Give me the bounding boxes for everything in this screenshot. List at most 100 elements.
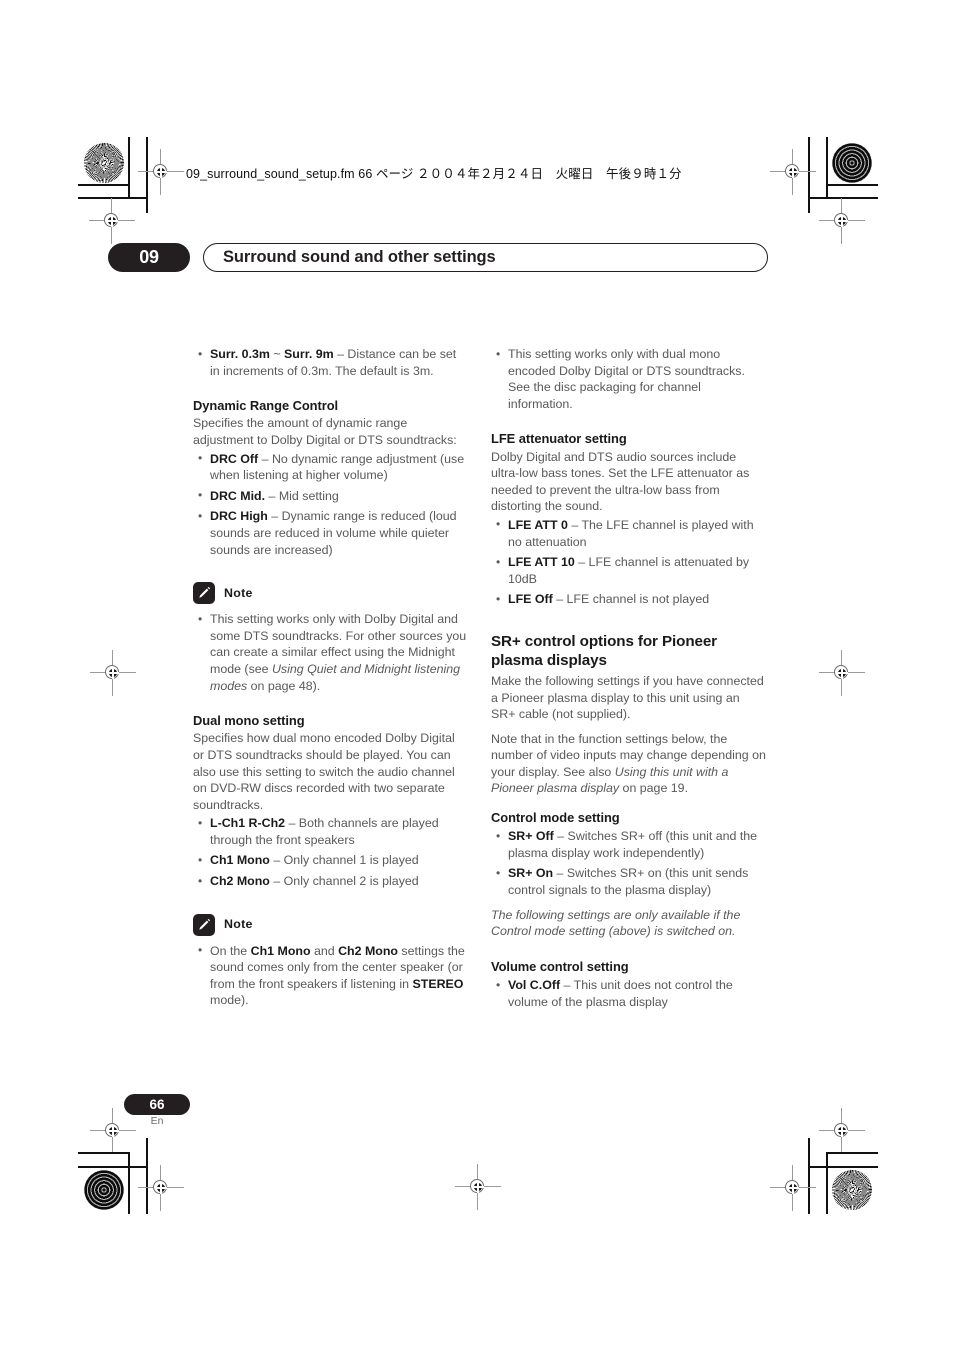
srplus-para-2-part-2: on page 19. [619,781,689,796]
desc-drc-mid: – Mid setting [265,488,339,503]
drc-options-list: DRC Off – No dynamic range adjustment (u… [193,450,469,559]
left-column: Surr. 0.3m ~ Surr. 9m – Distance can be … [193,344,469,1009]
lfe-intro-paragraph: Dolby Digital and DTS audio sources incl… [491,449,750,514]
crop-mark-tr-v2 [808,137,810,213]
heading-sr-plus-control-options: SR+ control options for Pioneer plasma d… [491,632,717,669]
term-sr-plus-off: SR+ Off [508,829,554,844]
term-l-ch1-r-ch2: L-Ch1 R-Ch2 [210,816,286,831]
heading-lfe-attenuator-setting: LFE attenuator setting [491,431,627,447]
term-ch1-mono: Ch1 Mono [210,853,270,868]
registration-cross-mid-right [819,650,865,696]
list-item: Vol C.Off – This unit does not control t… [491,977,767,1010]
crop-mark-bl-v1 [128,1152,130,1214]
control-mode-options-list: SR+ Off – Switches SR+ off (this unit an… [491,828,767,898]
crop-mark-br-h1 [826,1152,878,1154]
list-item: DRC High – Dynamic range is reduced (lou… [193,508,469,558]
registration-cross-top-left [138,149,184,195]
list-item: This setting works only with dual mono e… [491,345,767,412]
crop-mark-br-h2 [808,1166,878,1168]
note-2-text-part-1: On the [210,943,251,958]
chapter-header: 09 Surround sound and other settings [108,243,768,272]
registration-cross-bottom-left [138,1165,184,1211]
list-item: This setting works only with Dolby Digit… [193,611,469,694]
crop-mark-tr-v1 [826,137,828,199]
registration-cross-upper-right [819,198,865,244]
registration-target-top-left [84,143,124,183]
list-item: L-Ch1 R-Ch2 – Both channels are played t… [193,815,469,848]
registration-target-bottom-left [84,1170,124,1210]
list-item: On the Ch1 Mono and Ch2 Mono settings th… [193,942,469,1009]
crop-mark-br-v1 [826,1152,828,1214]
crop-mark-tr-h2 [808,197,878,199]
surr-distance-list: Surr. 0.3m ~ Surr. 9m – Distance can be … [193,345,469,379]
registration-cross-lower-right [819,1108,865,1154]
term-surr-min: Surr. 0.3m [210,347,270,361]
list-item: Ch2 Mono – Only channel 2 is played [193,873,469,890]
registration-cross-top-right [770,149,816,195]
registration-cross-bottom-center [455,1164,501,1210]
note-3-list: This setting works only with dual mono e… [491,345,767,412]
list-item: Surr. 0.3m ~ Surr. 9m – Distance can be … [193,345,469,379]
heading-dual-mono-setting: Dual mono setting [193,713,305,729]
crop-mark-tl-h2 [78,197,148,199]
srplus-paragraph-2: Note that in the function settings below… [491,731,767,797]
note-2-list: On the Ch1 Mono and Ch2 Mono settings th… [193,942,469,1009]
term-drc-mid: DRC Mid. [210,488,266,503]
dual-mono-intro-paragraph: Specifies how dual mono encoded Dolby Di… [193,731,455,812]
pencil-icon [193,582,215,605]
note-header-2: Note [193,913,469,936]
list-item: DRC Off – No dynamic range adjustment (u… [193,450,469,484]
term-ch2-mono: Ch2 Mono [210,874,270,889]
term-vol-c-off: Vol C.Off [508,978,561,993]
heading-dynamic-range-control: Dynamic Range Control [193,398,339,414]
chapter-number-badge: 09 [108,243,190,272]
right-column: This setting works only with dual mono e… [491,344,767,1010]
crop-mark-bl-h2 [78,1166,148,1168]
control-mode-footnote: The following settings are only availabl… [491,907,741,939]
registration-cross-bottom-right [770,1165,816,1211]
note-1-text-part-2: on page 48). [247,678,321,693]
note-2-bold-ch1-mono: Ch1 Mono [250,943,311,958]
crop-mark-tl-v1 [128,137,130,199]
term-lfe-att-0: LFE ATT 0 [508,517,568,532]
desc-ch1-mono: – Only channel 1 is played [269,853,419,868]
volume-control-options-list: Vol C.Off – This unit does not control t… [491,977,767,1010]
note-2-bold-ch2-mono: Ch2 Mono [338,943,398,958]
term-surr-max: Surr. 9m [284,347,334,361]
list-item: DRC Mid. – Mid setting [193,487,469,505]
dual-mono-options-list: L-Ch1 R-Ch2 – Both channels are played t… [193,815,469,889]
list-item: LFE ATT 0 – The LFE channel is played wi… [491,516,767,550]
crop-mark-bl-h1 [78,1152,130,1154]
note-1-list: This setting works only with Dolby Digit… [193,611,469,694]
registration-cross-upper-left [89,198,135,244]
chapter-title-box: Surround sound and other settings [203,243,768,272]
page-number-badge: 66 [124,1094,190,1115]
list-item: Ch1 Mono – Only channel 1 is played [193,852,469,869]
desc-ch2-mono: – Only channel 2 is played [269,874,419,889]
pencil-icon [193,913,215,936]
list-item: LFE ATT 10 – LFE channel is attenuated b… [491,554,767,587]
page-language-code: En [150,1115,164,1127]
term-sr-plus-on: SR+ On [508,866,554,881]
note-header-1: Note [193,582,469,605]
note-label: Note [224,917,253,932]
term-lfe-off: LFE Off [508,592,553,607]
srplus-paragraph-1: Make the following settings if you have … [491,673,764,722]
crop-mark-tl-h1 [78,184,130,186]
list-item: SR+ Off – Switches SR+ off (this unit an… [491,828,767,861]
lfe-options-list: LFE ATT 0 – The LFE channel is played wi… [491,516,767,608]
registration-target-bottom-right [832,1170,872,1210]
term-drc-high: DRC High [210,509,268,524]
crop-mark-br-v2 [808,1138,810,1214]
desc-lfe-off: – LFE channel is not played [552,592,710,607]
term-drc-off: DRC Off [210,451,259,466]
crop-mark-tr-h1 [826,184,878,186]
note-2-bold-stereo: STEREO [412,976,464,991]
running-head: 09_surround_sound_setup.fm 66 ページ ２００４年２… [186,167,682,181]
registration-target-top-right [832,143,872,183]
heading-control-mode-setting: Control mode setting [491,810,620,826]
note-2-text-part-4: mode). [210,993,249,1008]
list-item: LFE Off – LFE channel is not played [491,591,767,608]
drc-intro-paragraph: Specifies the amount of dynamic range ad… [193,416,457,447]
registration-cross-mid-left [90,650,136,696]
